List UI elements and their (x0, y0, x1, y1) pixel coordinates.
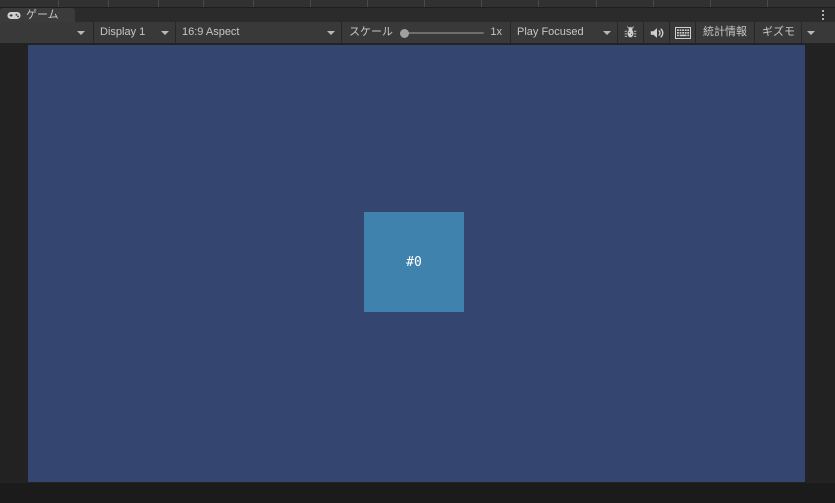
scale-slider-knob[interactable] (400, 28, 409, 38)
gamepad-icon (7, 11, 21, 19)
gizmos-dropdown[interactable] (802, 22, 820, 43)
scale-slider[interactable] (400, 26, 485, 40)
play-mode-select[interactable]: Play Focused (511, 22, 617, 43)
window-bottom-fill (0, 483, 835, 503)
scale-slider-group[interactable]: スケール 1x (342, 22, 510, 43)
chevron-down-icon (161, 30, 169, 35)
debug-button[interactable] (618, 22, 643, 43)
aspect-ratio-label: 16:9 Aspect (182, 26, 240, 38)
mute-audio-button[interactable] (644, 22, 669, 43)
stats-button[interactable]: 統計情報 (696, 22, 754, 43)
chevron-down-icon (603, 30, 611, 35)
device-simulator-button[interactable] (670, 22, 695, 43)
play-mode-label: Play Focused (517, 26, 584, 38)
gizmos-label: ギズモ (762, 26, 795, 38)
kebab-menu-icon[interactable] (818, 10, 828, 22)
tab-game-label: ゲーム (26, 8, 59, 21)
scale-value: 1x (490, 26, 502, 38)
scale-slider-track (404, 31, 485, 34)
display-select[interactable]: Display 1 (94, 22, 175, 43)
game-render-canvas[interactable]: #0 (28, 45, 805, 482)
tab-game[interactable]: ゲーム (0, 8, 75, 22)
display-select-label: Display 1 (100, 26, 146, 38)
chevron-down-icon (807, 30, 815, 35)
grid-icon (674, 26, 691, 39)
game-sprite-0[interactable]: #0 (364, 212, 464, 312)
chevron-down-icon (77, 30, 85, 35)
stats-label: 統計情報 (703, 26, 747, 38)
game-view-toolbar: Display 1 16:9 Aspect スケール 1x Play Focus… (0, 22, 835, 44)
chevron-down-icon (327, 30, 335, 35)
game-sprite-label: #0 (406, 254, 422, 270)
view-options-dropdown[interactable] (0, 22, 93, 43)
gizmos-button[interactable]: ギズモ (755, 22, 801, 43)
bug-icon (624, 26, 637, 38)
speaker-icon (650, 27, 663, 38)
unity-game-view-window: ゲーム Display 1 16:9 Aspect スケール 1x Play F… (0, 0, 835, 503)
game-view-area: #0 (0, 44, 835, 503)
window-top-strip (0, 0, 835, 8)
scale-label: スケール (349, 26, 393, 38)
aspect-ratio-select[interactable]: 16:9 Aspect (176, 22, 341, 43)
tab-bar: ゲーム (0, 8, 835, 22)
